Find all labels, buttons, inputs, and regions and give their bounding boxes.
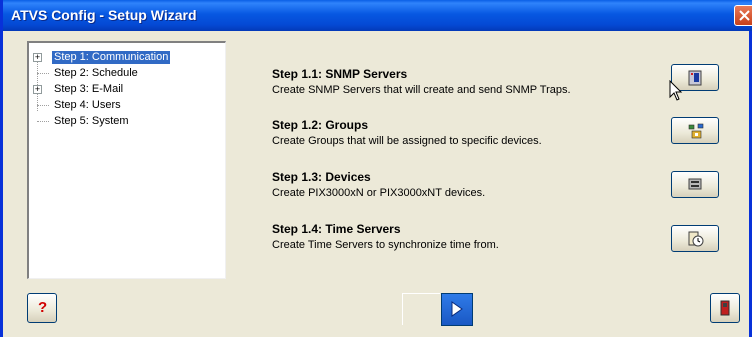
- help-button[interactable]: ?: [27, 293, 57, 323]
- step-devices: Step 1.3: Devices Create PIX3000xN or PI…: [272, 170, 652, 199]
- next-button[interactable]: [441, 293, 473, 326]
- device-icon: [688, 178, 702, 190]
- tree-item-step3[interactable]: + Step 3: E-Mail: [29, 83, 219, 97]
- window-title: ATVS Config - Setup Wizard: [11, 7, 197, 23]
- setup-wizard-window: ATVS Config - Setup Wizard + Step 1: Com…: [0, 0, 752, 337]
- tree-item-label[interactable]: Step 4: Users: [52, 99, 123, 112]
- tree-item-step2[interactable]: Step 2: Schedule: [29, 67, 219, 81]
- tree-item-label[interactable]: Step 3: E-Mail: [52, 83, 125, 96]
- tree-item-label[interactable]: Step 1: Communication: [52, 51, 171, 64]
- step-title: Step 1.3: Devices: [272, 170, 371, 184]
- title-bar: ATVS Config - Setup Wizard: [3, 0, 752, 31]
- step-title: Step 1.2: Groups: [272, 118, 369, 132]
- tree-item-step5[interactable]: Step 5: System: [29, 115, 219, 129]
- step-description: Create PIX3000xN or PIX3000xNT devices.: [272, 187, 486, 199]
- step-time-servers: Step 1.4: Time Servers Create Time Serve…: [272, 222, 652, 251]
- steps-tree[interactable]: + Step 1: Communication Step 2: Schedule…: [27, 41, 226, 279]
- step-snmp-servers: Step 1.1: SNMP Servers Create SNMP Serve…: [272, 67, 652, 96]
- close-button[interactable]: [734, 5, 752, 26]
- back-button[interactable]: [402, 293, 440, 325]
- step-groups: Step 1.2: Groups Create Groups that will…: [272, 118, 652, 147]
- step-title: Step 1.4: Time Servers: [272, 222, 401, 236]
- mouse-cursor-icon: [669, 80, 683, 101]
- time-server-icon: [688, 231, 704, 247]
- step-description: Create Time Servers to synchronize time …: [272, 239, 499, 251]
- step-description: Create Groups that will be assigned to s…: [272, 135, 542, 147]
- groups-button[interactable]: [671, 117, 719, 144]
- expand-icon[interactable]: +: [33, 85, 42, 94]
- tree-item-label[interactable]: Step 2: Schedule: [52, 67, 140, 80]
- exit-button[interactable]: [710, 293, 740, 323]
- exit-door-icon: [720, 300, 730, 316]
- step-description: Create SNMP Servers that will create and…: [272, 84, 571, 96]
- tree-item-label[interactable]: Step 5: System: [52, 115, 131, 128]
- snmp-server-icon: [688, 70, 702, 86]
- step-title: Step 1.1: SNMP Servers: [272, 67, 408, 81]
- play-next-icon: [451, 301, 463, 317]
- groups-icon: [688, 123, 704, 139]
- devices-button[interactable]: [671, 171, 719, 198]
- tree-item-step4[interactable]: Step 4: Users: [29, 99, 219, 113]
- expand-icon[interactable]: +: [33, 53, 42, 62]
- help-icon: ?: [38, 299, 48, 316]
- tree-item-step1[interactable]: + Step 1: Communication: [29, 51, 219, 65]
- time-servers-button[interactable]: [671, 225, 719, 252]
- close-icon: [739, 10, 750, 21]
